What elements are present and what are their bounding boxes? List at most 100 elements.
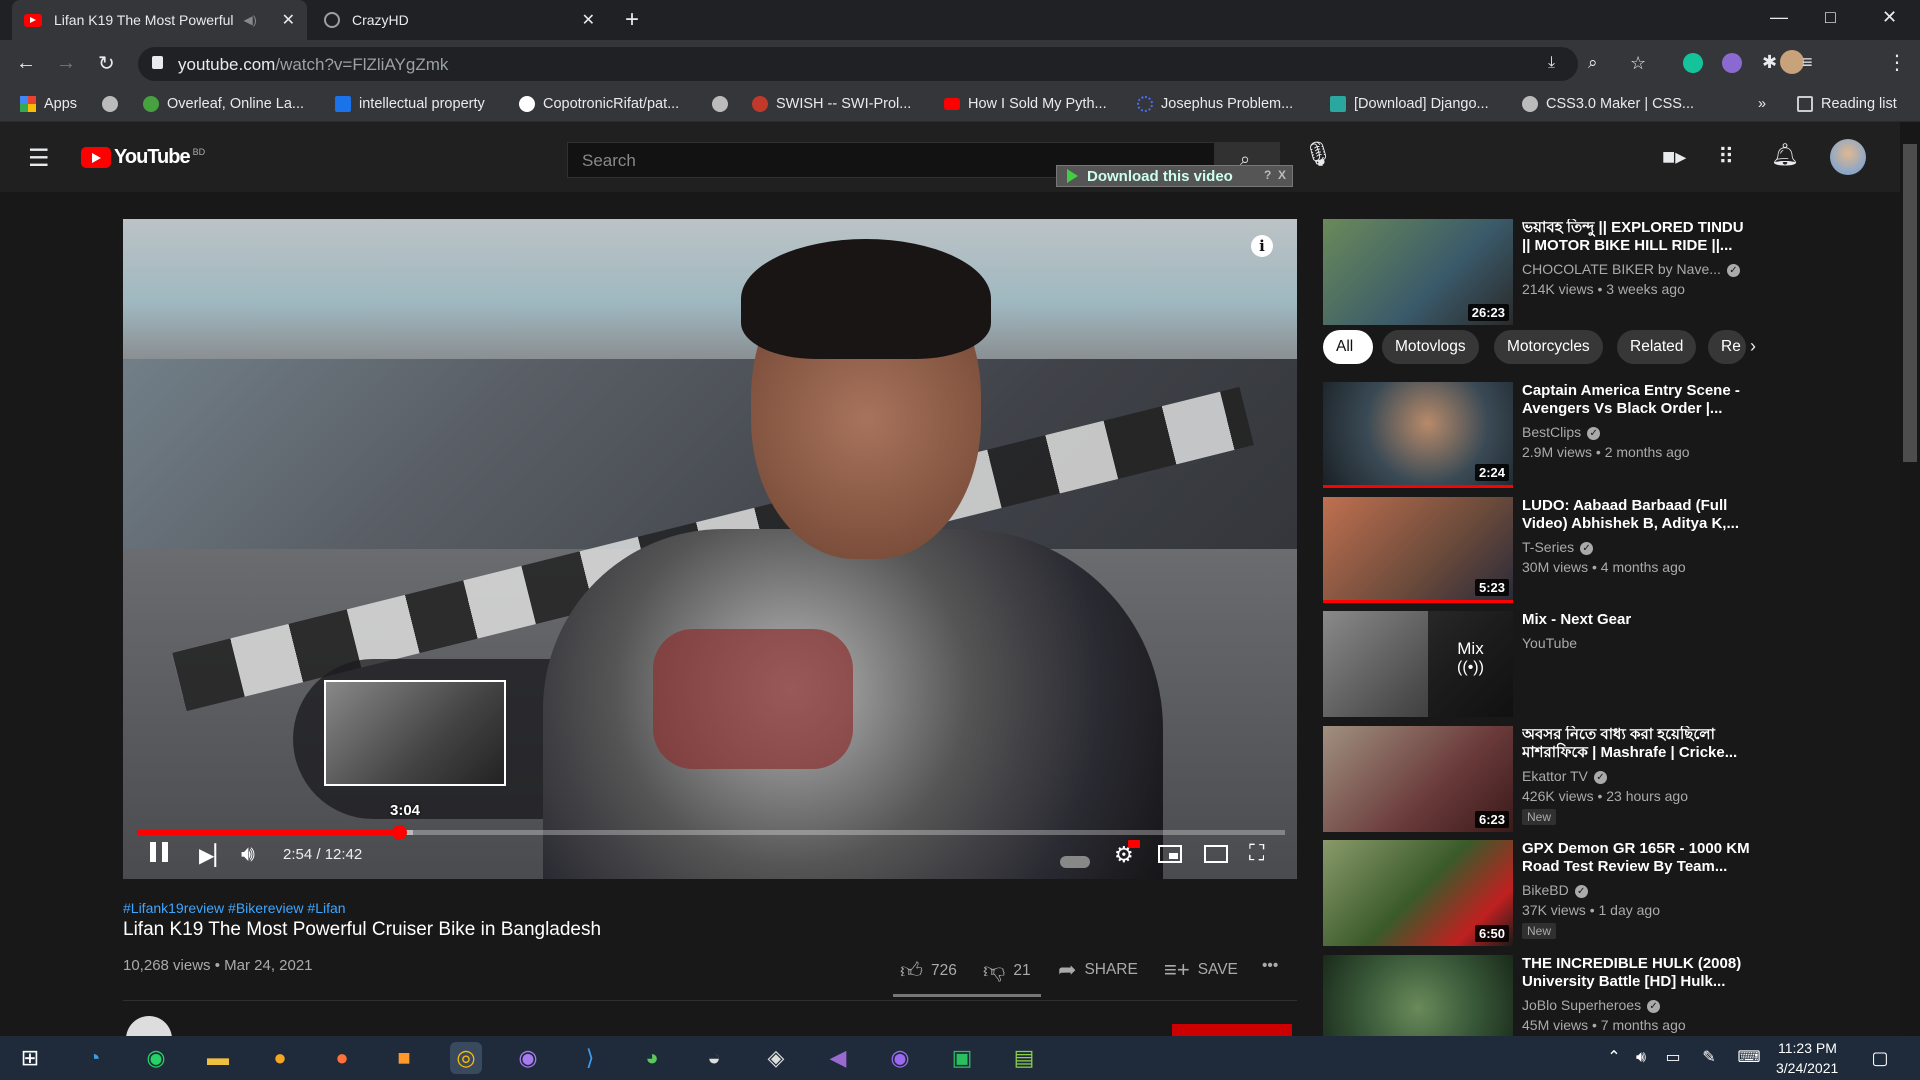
- save-button[interactable]: ≡+ SAVE: [1164, 957, 1238, 983]
- recommendation-item[interactable]: THE INCREDIBLE HULK (2008) University Ba…: [1323, 955, 1763, 1036]
- recommendation-thumbnail[interactable]: 26:23: [1323, 219, 1513, 325]
- recommendation-channel[interactable]: JoBlo Superheroes ✓: [1522, 997, 1661, 1013]
- whatsapp-icon[interactable]: ◉: [140, 1042, 172, 1074]
- browser-menu-icon[interactable]: ⋮: [1887, 50, 1907, 75]
- pycharm-icon[interactable]: ▣: [946, 1042, 978, 1074]
- github-desktop-icon[interactable]: ◉: [512, 1042, 544, 1074]
- forward-icon[interactable]: →: [56, 52, 76, 75]
- recommendation-thumbnail[interactable]: 6:50: [1323, 840, 1513, 946]
- recommendation-thumbnail[interactable]: 2:24: [1323, 382, 1513, 488]
- network-tray-icon[interactable]: ▭: [1657, 1042, 1689, 1074]
- video-player[interactable]: [123, 219, 1297, 879]
- app-icon[interactable]: ■: [388, 1042, 420, 1074]
- close-tab-icon[interactable]: ✕: [582, 10, 595, 30]
- page-scrollbar-thumb[interactable]: [1903, 144, 1917, 462]
- recommendation-title[interactable]: Mix - Next Gear: [1522, 611, 1754, 629]
- recommendation-title[interactable]: GPX Demon GR 165R - 1000 KM Road Test Re…: [1522, 840, 1754, 876]
- extension-icon[interactable]: [1722, 53, 1742, 78]
- bookmark-css-maker[interactable]: CSS3.0 Maker | CSS...: [1522, 96, 1694, 112]
- visual-studio-icon[interactable]: ◀: [822, 1042, 854, 1074]
- bookmark-django[interactable]: [Download] Django...: [1330, 96, 1489, 112]
- close-tab-icon[interactable]: ✕: [282, 10, 295, 30]
- zoom-icon[interactable]: ⌕: [1588, 53, 1598, 73]
- recommendation-thumbnail[interactable]: 5:23: [1323, 497, 1513, 603]
- create-video-icon[interactable]: ■▸: [1662, 144, 1686, 170]
- like-button[interactable]: 👍︎ 726: [900, 957, 957, 984]
- dislike-button[interactable]: 👎︎ 21: [983, 957, 1031, 984]
- recommendation-title[interactable]: অবসর নিতে বাধ্য করা হয়েছিলো মাশরাফিকে |…: [1522, 726, 1754, 762]
- recommendation-item[interactable]: 6:50 GPX Demon GR 165R - 1000 KM Road Te…: [1323, 840, 1763, 946]
- reading-list-button[interactable]: Reading list: [1797, 96, 1897, 112]
- tab-youtube[interactable]: Lifan K19 The Most Powerful ◀) ✕: [12, 0, 307, 40]
- sync-app-icon[interactable]: ◔: [78, 1042, 110, 1074]
- bookmark-apps[interactable]: Apps: [20, 96, 77, 112]
- vscode-icon[interactable]: ⟩: [574, 1042, 606, 1074]
- recommendation-item[interactable]: 5:23 LUDO: Aabaad Barbaad (Full Video) A…: [1323, 497, 1763, 603]
- download-help-icon[interactable]: ?: [1264, 168, 1271, 182]
- chip-motorcycles[interactable]: Motorcycles: [1494, 330, 1603, 364]
- download-close-icon[interactable]: X: [1278, 168, 1286, 182]
- recommendation-title[interactable]: ভয়াবহ তিন্দু || EXPLORED TINDU || MOTOR…: [1522, 219, 1754, 255]
- chip-related[interactable]: Related: [1617, 330, 1697, 364]
- bookmark-youtube[interactable]: How I Sold My Pyth...: [944, 96, 1107, 112]
- recommendation-mix[interactable]: Mix ((•)) Mix - Next Gear YouTube: [1323, 611, 1763, 717]
- account-avatar[interactable]: [1830, 139, 1866, 175]
- chevron-right-icon[interactable]: ›: [1750, 336, 1756, 357]
- apps-grid-icon[interactable]: ⠿: [1718, 144, 1734, 170]
- pen-tray-icon[interactable]: ✎: [1693, 1042, 1725, 1074]
- share-button[interactable]: ➦ SHARE: [1058, 957, 1138, 983]
- recommendation-channel[interactable]: T-Series ✓: [1522, 539, 1594, 555]
- next-button[interactable]: ▶▏: [199, 842, 230, 868]
- messenger-icon[interactable]: ◉: [884, 1042, 916, 1074]
- recommendation-channel[interactable]: BestClips ✓: [1522, 424, 1601, 440]
- recommendation-item[interactable]: 6:23 অবসর নিতে বাধ্য করা হয়েছিলো মাশরাফ…: [1323, 726, 1763, 832]
- chip-motovlogs[interactable]: Motovlogs: [1382, 330, 1479, 364]
- recommendation-item[interactable]: 26:23 ভয়াবহ তিন্দু || EXPLORED TINDU ||…: [1323, 219, 1763, 325]
- notification-center-icon[interactable]: ▢: [1864, 1042, 1896, 1074]
- recommendation-thumbnail[interactable]: Mix ((•)): [1323, 611, 1513, 717]
- pause-button[interactable]: [150, 842, 168, 868]
- maximize-button[interactable]: □: [1825, 7, 1836, 28]
- bookmark-item[interactable]: [712, 96, 736, 112]
- notifications-bell-icon[interactable]: 🔔︎: [1771, 142, 1799, 168]
- browser-app-icon[interactable]: ●: [264, 1042, 296, 1074]
- taskbar-clock-date[interactable]: 3/24/2021: [1776, 1060, 1838, 1076]
- media-control-icon[interactable]: ≡: [1802, 52, 1813, 73]
- bookmark-github[interactable]: CopotronicRifat/pat...: [519, 96, 679, 112]
- address-bar[interactable]: youtube.com/watch?v=FlZliAYgZmk ⤓ ⌕ ☆: [138, 47, 1646, 81]
- volume-button[interactable]: 🔊︎: [241, 841, 255, 867]
- taskbar-clock-time[interactable]: 11:23 PM: [1778, 1040, 1837, 1056]
- theater-mode-button[interactable]: [1204, 843, 1228, 869]
- autoplay-toggle[interactable]: [1060, 848, 1090, 874]
- new-tab-button[interactable]: +: [625, 6, 639, 34]
- youtube-logo[interactable]: YouTube BD: [81, 146, 205, 169]
- bookmark-swish[interactable]: SWISH -- SWI-Prol...: [752, 96, 911, 112]
- progress-scrubber-handle[interactable]: [391, 825, 407, 840]
- subscribe-button[interactable]: [1172, 1024, 1292, 1036]
- recommendation-thumbnail[interactable]: [1323, 955, 1513, 1036]
- profile-avatar[interactable]: [1780, 50, 1804, 80]
- recommendation-channel[interactable]: BikeBD ✓: [1522, 882, 1588, 898]
- install-icon[interactable]: ⤓: [1548, 54, 1555, 72]
- recommendation-channel[interactable]: YouTube: [1522, 635, 1577, 651]
- tab-crazyhd[interactable]: CrazyHD ✕: [312, 0, 607, 40]
- grammarly-extension-icon[interactable]: [1683, 53, 1703, 78]
- recommendation-thumbnail[interactable]: 6:23: [1323, 726, 1513, 832]
- miniplayer-button[interactable]: [1158, 843, 1182, 869]
- keyboard-tray-icon[interactable]: ⌨: [1733, 1042, 1765, 1074]
- fullscreen-button[interactable]: ⛶: [1249, 840, 1264, 866]
- video-hashtags[interactable]: #Lifank19review #Bikereview #Lifan: [123, 900, 346, 916]
- bookmarks-overflow-button[interactable]: »: [1758, 96, 1766, 112]
- bookmark-star-icon[interactable]: ☆: [1630, 53, 1646, 74]
- bookmark-josephus[interactable]: Josephus Problem...: [1137, 96, 1293, 112]
- recommendation-channel[interactable]: Ekattor TV ✓: [1522, 768, 1607, 784]
- download-video-bar[interactable]: Download this video ? X: [1056, 165, 1293, 187]
- app-icon[interactable]: ◈: [760, 1042, 792, 1074]
- recommendation-channel[interactable]: CHOCOLATE BIKER by Nave... ✓: [1522, 261, 1740, 277]
- firefox-icon[interactable]: ●: [326, 1042, 358, 1074]
- hamburger-menu-icon[interactable]: ☰: [28, 144, 50, 173]
- recommendation-title[interactable]: LUDO: Aabaad Barbaad (Full Video) Abhish…: [1522, 497, 1754, 533]
- file-explorer-icon[interactable]: ▬: [202, 1042, 234, 1074]
- bookmark-intellectual-property[interactable]: intellectual property: [335, 96, 485, 112]
- reload-icon[interactable]: ↻: [98, 51, 115, 76]
